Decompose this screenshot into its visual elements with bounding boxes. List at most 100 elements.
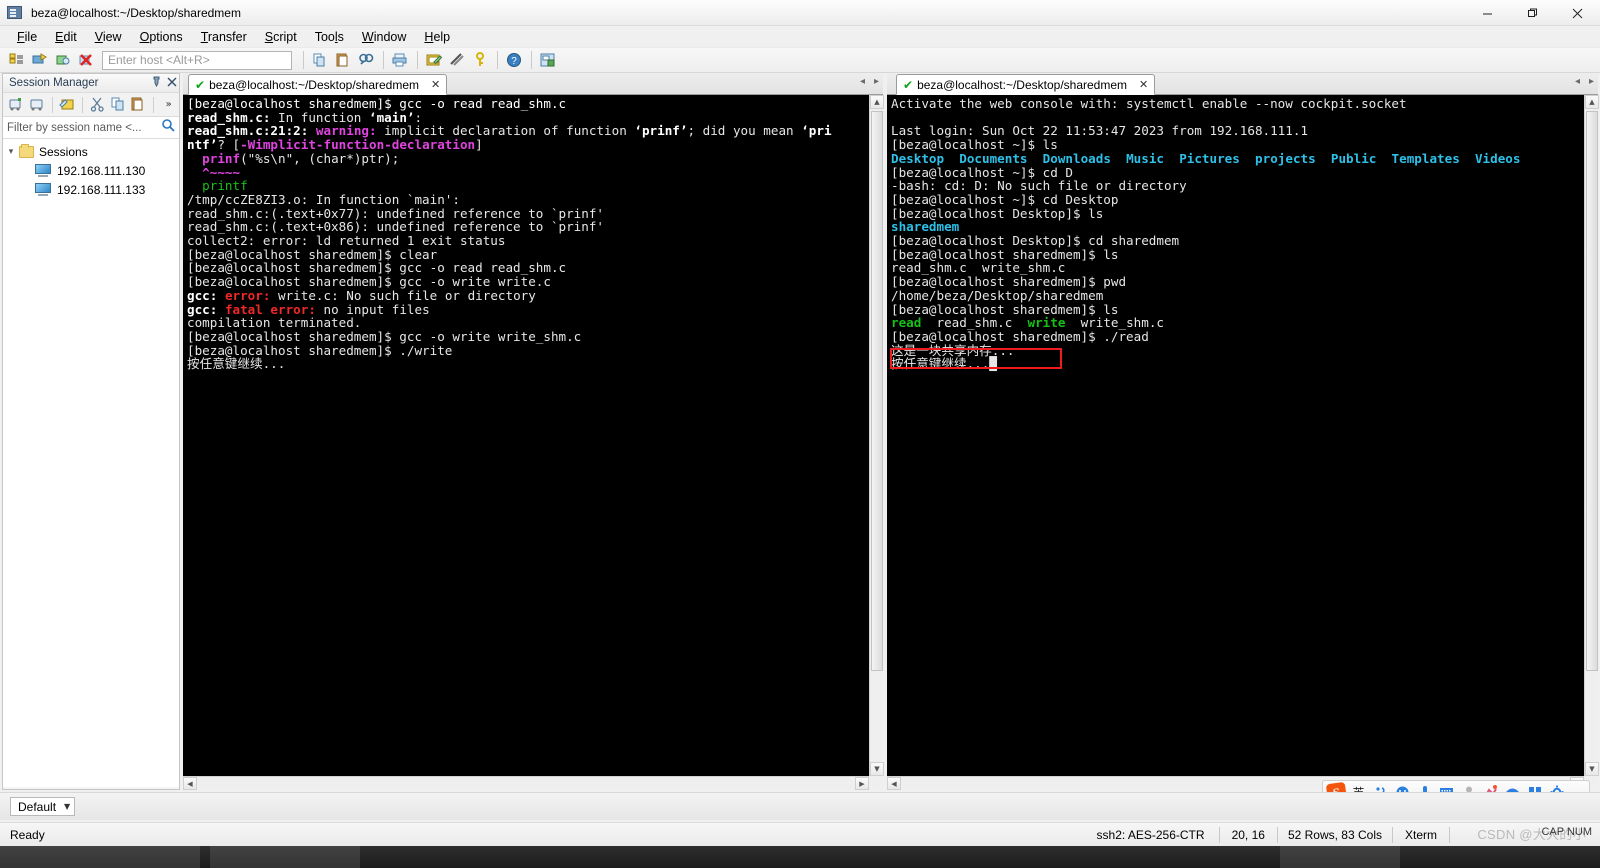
- help-icon[interactable]: ?: [503, 50, 525, 71]
- disconnect-icon[interactable]: [75, 50, 97, 71]
- menu-file[interactable]: File: [8, 28, 46, 46]
- session-tree-root[interactable]: ▾ Sessions: [3, 142, 179, 161]
- close-icon[interactable]: [164, 77, 179, 90]
- left-vertical-scrollbar[interactable]: ▲ ▼: [869, 95, 884, 776]
- menu-transfer[interactable]: Transfer: [192, 28, 256, 46]
- copy-icon[interactable]: [309, 50, 331, 71]
- menu-help[interactable]: Help: [415, 28, 459, 46]
- terminal-line: read_shm.c:(.text+0x77): undefined refer…: [187, 205, 605, 221]
- chevron-down-icon[interactable]: ▾: [3, 147, 19, 157]
- terminal-line: 按任意键继续...█: [891, 356, 997, 372]
- scroll-up-arrow[interactable]: ▲: [1585, 95, 1599, 109]
- session-tab-bar: Default ▼: [0, 792, 1600, 820]
- find-icon[interactable]: [355, 50, 377, 71]
- minimize-button[interactable]: [1465, 0, 1510, 26]
- session-manager-toolbar: »: [3, 93, 179, 117]
- connect-in-tab-icon[interactable]: [52, 50, 74, 71]
- new-session-icon[interactable]: [7, 95, 28, 115]
- terminal-line: sharedmem: [891, 219, 960, 235]
- taskbar-item[interactable]: [0, 846, 200, 868]
- connect-session-icon[interactable]: [57, 95, 78, 115]
- terminal-line: gcc: error: write.c: No such file or dir…: [187, 287, 536, 303]
- key-icon[interactable]: [469, 50, 491, 71]
- menu-window[interactable]: Window: [353, 28, 415, 46]
- log-session-icon[interactable]: [423, 50, 445, 71]
- menu-edit[interactable]: Edit: [46, 28, 86, 46]
- print-icon[interactable]: [389, 50, 411, 71]
- main-toolbar: Enter host <Alt+R> ?: [0, 48, 1600, 73]
- next-tab-arrow[interactable]: ▸: [1589, 76, 1594, 87]
- window-controls: [1465, 0, 1600, 26]
- terminal-line: printf: [202, 178, 248, 194]
- session-label: 192.168.111.130: [57, 163, 146, 178]
- right-vertical-scrollbar[interactable]: ▲ ▼: [1584, 95, 1599, 776]
- scroll-down-arrow[interactable]: ▼: [870, 762, 884, 776]
- scroll-thumb[interactable]: [1586, 111, 1598, 671]
- terminal-line: [beza@localhost sharedmem]$ ./write: [187, 342, 453, 358]
- paste-icon[interactable]: [332, 50, 354, 71]
- cut-icon[interactable]: [87, 95, 108, 115]
- pin-icon[interactable]: [149, 76, 164, 90]
- left-terminal-screen[interactable]: [beza@localhost sharedmem]$ gcc -o read …: [183, 95, 869, 776]
- scroll-down-arrow[interactable]: ▼: [1585, 762, 1599, 776]
- toolbar-separator: [383, 51, 384, 69]
- terminal-line: Last login: Sun Oct 22 11:53:47 2023 fro…: [891, 123, 1309, 139]
- right-terminal-screen[interactable]: Activate the web console with: systemctl…: [887, 95, 1584, 776]
- session-filter-row: [3, 117, 179, 139]
- menu-options[interactable]: Options: [131, 28, 192, 46]
- scroll-right-arrow[interactable]: ▶: [855, 777, 869, 790]
- taskbar-clock[interactable]: [1280, 846, 1400, 868]
- menu-script[interactable]: Script: [256, 28, 306, 46]
- terminal-line: read_shm.c:21:2: warning: implicit decla…: [187, 123, 832, 139]
- paste-icon[interactable]: [129, 95, 150, 115]
- scroll-track[interactable]: [197, 777, 855, 790]
- scroll-left-arrow[interactable]: ◀: [887, 777, 901, 790]
- close-icon[interactable]: ✕: [1139, 78, 1148, 91]
- terminal-line: read_shm.c:(.text+0x86): undefined refer…: [187, 219, 605, 235]
- options-icon[interactable]: [537, 50, 559, 71]
- chevron-down-icon[interactable]: ▼: [64, 802, 70, 811]
- terminal-line: [beza@localhost sharedmem]$ gcc -o write…: [187, 328, 582, 344]
- prev-tab-arrow[interactable]: ◂: [860, 76, 865, 87]
- terminal-line: read read_shm.c write write_shm.c: [891, 315, 1164, 331]
- green-check-icon: ✔: [195, 77, 206, 92]
- sidebar-item-session-133[interactable]: 192.168.111.133: [3, 180, 179, 199]
- maximize-button[interactable]: [1510, 0, 1555, 26]
- host-input[interactable]: Enter host <Alt+R>: [102, 50, 292, 70]
- toolbar-separator: [82, 96, 84, 113]
- menu-view[interactable]: View: [86, 28, 131, 46]
- connect-icon[interactable]: [29, 50, 51, 71]
- terminal-line: [891, 111, 1584, 125]
- right-terminal-wrapper: Activate the web console with: systemctl…: [887, 95, 1599, 790]
- clear-screen-icon[interactable]: [446, 50, 468, 71]
- session-manager-panel: Session Manager » Filter by session name…: [2, 73, 180, 790]
- overflow-icon[interactable]: »: [158, 95, 179, 115]
- left-horizontal-scrollbar[interactable]: ◀ ▶: [183, 776, 869, 790]
- sidebar-item-session-130[interactable]: 192.168.111.130: [3, 161, 179, 180]
- new-folder-icon[interactable]: [28, 95, 49, 115]
- session-manager-icon[interactable]: [6, 50, 28, 71]
- terminal-line: [beza@localhost sharedmem]$ pwd: [891, 274, 1127, 290]
- session-filter-input[interactable]: [7, 121, 161, 134]
- next-tab-arrow[interactable]: ▸: [874, 76, 879, 87]
- scroll-up-arrow[interactable]: ▲: [870, 95, 884, 109]
- copy-icon[interactable]: [108, 95, 129, 115]
- toolbar-separator: [52, 96, 54, 113]
- tab-default[interactable]: Default ▼: [10, 797, 76, 816]
- search-icon[interactable]: [161, 118, 175, 137]
- svg-text:?: ?: [511, 56, 517, 67]
- terminal-line: prinf("%s\n", (char*)ptr);: [202, 150, 400, 166]
- tab-left-session[interactable]: ✔ beza@localhost:~/Desktop/sharedmem ✕: [188, 74, 448, 95]
- terminal-line: read_shm.c: In function ‘main’:: [187, 109, 423, 125]
- close-button[interactable]: [1555, 0, 1600, 26]
- terminal-line: /home/beza/Desktop/sharedmem: [891, 287, 1104, 303]
- scroll-thumb[interactable]: [871, 111, 883, 671]
- close-icon[interactable]: ✕: [431, 78, 440, 91]
- menu-tools[interactable]: Tools: [306, 28, 353, 46]
- crt-window: beza@localhost:~/Desktop/sharedmem File …: [0, 0, 1600, 868]
- scroll-left-arrow[interactable]: ◀: [183, 777, 197, 790]
- toolbar-separator: [153, 96, 155, 113]
- taskbar-item[interactable]: [210, 846, 360, 868]
- prev-tab-arrow[interactable]: ◂: [1575, 76, 1580, 87]
- tab-right-session[interactable]: ✔ beza@localhost:~/Desktop/sharedmem ✕: [896, 74, 1156, 95]
